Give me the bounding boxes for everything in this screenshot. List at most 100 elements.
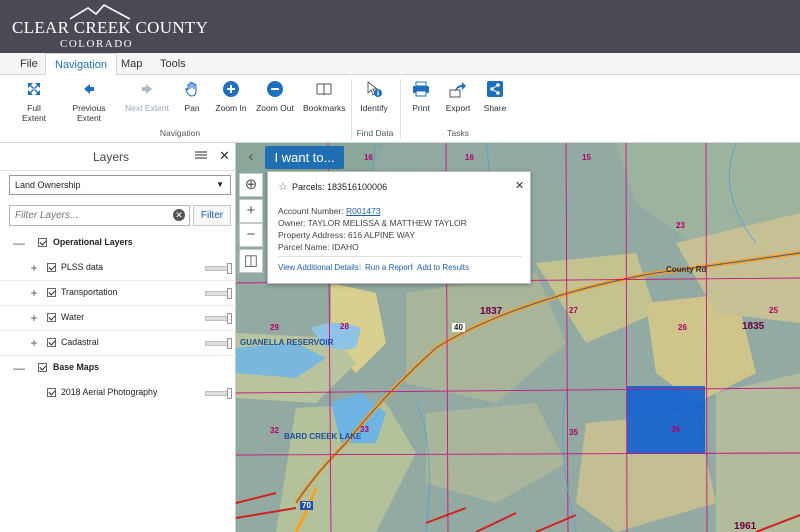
pan-button[interactable]: Pan (180, 80, 204, 122)
filter-layers-box: ✕ (9, 205, 190, 226)
bookmarks-button[interactable]: Bookmarks (303, 80, 346, 122)
print-label: Print (412, 103, 430, 113)
section-label: 35 (569, 428, 578, 437)
share-label: Share (483, 103, 507, 113)
layer-checkbox[interactable] (38, 363, 47, 372)
opacity-slider[interactable] (205, 288, 232, 299)
layer-group-base-maps[interactable]: — Base Maps (0, 356, 236, 381)
view-additional-details-link[interactable]: View Additional Details (278, 263, 359, 272)
i-want-to-button[interactable]: I want to... (265, 146, 344, 169)
hamburger-menu-icon[interactable] (195, 151, 207, 161)
layers-panel: Layers ✕ Land Ownership ▼ ✕ Filter — Ope… (0, 143, 236, 532)
pan-hand-icon (185, 81, 197, 97)
slider-handle[interactable] (227, 263, 232, 274)
opacity-slider[interactable] (205, 338, 232, 349)
account-number-link[interactable]: R001473 (346, 206, 381, 216)
close-icon[interactable]: ✕ (515, 179, 524, 192)
slider-handle[interactable] (227, 388, 232, 399)
chevron-down-icon: ▼ (216, 180, 224, 189)
previous-extent-button[interactable]: Previous Extent (60, 80, 118, 123)
slider-handle[interactable] (227, 338, 232, 349)
next-extent-icon (142, 84, 152, 94)
slider-handle[interactable] (227, 313, 232, 324)
section-label: 29 (270, 323, 279, 332)
owner-row: Owner: TAYLOR MELISSA & MATTHEW TAYLOR (278, 218, 467, 228)
next-extent-button[interactable]: Next Extent (124, 80, 170, 122)
app-header: CLEAR CREEK COUNTY COLORADO (0, 0, 800, 53)
layer-row-aerial-2018[interactable]: 2018 Aerial Photography (0, 381, 236, 406)
close-icon[interactable]: ✕ (219, 148, 230, 164)
print-icon (413, 81, 429, 97)
layer-checkbox[interactable] (47, 288, 56, 297)
add-to-results-link[interactable]: Add to Results (417, 263, 469, 272)
identify-icon (367, 81, 382, 97)
map-bookmarks-button[interactable]: ◫ (239, 249, 263, 273)
section-label: 23 (676, 221, 685, 230)
opacity-slider[interactable] (205, 313, 232, 324)
expand-icon[interactable]: + (29, 261, 39, 275)
filter-layers-input[interactable] (10, 206, 170, 225)
locate-button[interactable]: ⊕ (239, 173, 263, 197)
zoom-in-button[interactable]: Zoom In (214, 80, 248, 122)
opacity-slider[interactable] (205, 388, 232, 399)
layer-list-select[interactable]: Land Ownership ▼ (9, 175, 231, 195)
section-label: 28 (340, 322, 349, 331)
interstate-shield: 70 (300, 501, 313, 510)
minus-icon: − (246, 226, 256, 243)
share-button[interactable]: Share (482, 80, 508, 122)
collapse-icon[interactable]: — (13, 361, 25, 375)
layer-checkbox[interactable] (47, 313, 56, 322)
star-icon[interactable]: ☆ (278, 180, 288, 193)
menu-tools[interactable]: Tools (151, 53, 195, 75)
layer-checkbox[interactable] (47, 388, 56, 397)
clear-filter-icon[interactable]: ✕ (173, 209, 185, 221)
logo-line1: CLEAR CREEK COUNTY (12, 18, 209, 37)
full-extent-icon (28, 83, 40, 95)
road-label: County Rd (666, 265, 707, 274)
address-row: Property Address: 616 ALPINE WAY (278, 230, 416, 240)
identify-label: Identify (360, 103, 388, 113)
find-data-group-label: Find Data (356, 128, 394, 138)
crosshair-icon: ⊕ (244, 176, 258, 193)
layer-row-plss[interactable]: + PLSS data (0, 256, 236, 281)
collapse-icon[interactable]: — (13, 236, 25, 250)
menu-file[interactable]: File (11, 53, 47, 75)
county-logo: CLEAR CREEK COUNTY COLORADO (12, 4, 208, 50)
expand-icon[interactable]: + (29, 286, 39, 300)
expand-icon[interactable]: + (29, 311, 39, 325)
filter-button[interactable]: Filter (193, 205, 231, 226)
export-button[interactable]: Export (442, 80, 474, 122)
navigation-group-label: Navigation (159, 128, 201, 138)
opacity-slider[interactable] (205, 263, 232, 274)
section-label: 36 (671, 425, 680, 434)
layer-group-operational[interactable]: — Operational Layers (0, 231, 236, 256)
menu-navigation[interactable]: Navigation (45, 53, 117, 76)
elevation-label: 1961 (734, 521, 757, 532)
layer-row-transportation[interactable]: + Transportation (0, 281, 236, 306)
layer-label: Cadastral (61, 337, 99, 347)
share-icon (487, 81, 503, 97)
previous-extent-icon (84, 84, 94, 94)
layer-checkbox[interactable] (38, 238, 47, 247)
map-zoom-in-button[interactable]: + (239, 199, 263, 223)
expand-icon[interactable]: + (29, 336, 39, 350)
menu-bar: File Navigation Map Tools (0, 53, 800, 76)
identify-button[interactable]: Identify (357, 80, 391, 122)
run-report-link[interactable]: Run a Report (365, 263, 413, 272)
bookmarks-label: Bookmarks (303, 103, 346, 113)
map-zoom-out-button[interactable]: − (239, 223, 263, 247)
full-extent-button[interactable]: Full Extent (14, 80, 54, 123)
collapse-panel-button[interactable]: ‹ (239, 146, 263, 170)
export-icon (449, 82, 466, 98)
layer-row-cadastral[interactable]: + Cadastral (0, 331, 236, 356)
layer-checkbox[interactable] (47, 263, 56, 272)
section-label: 16 (465, 153, 474, 162)
layer-row-water[interactable]: + Water (0, 306, 236, 331)
slider-handle[interactable] (227, 288, 232, 299)
zoom-out-label: Zoom Out (256, 103, 294, 113)
menu-map[interactable]: Map (112, 53, 151, 75)
layer-checkbox[interactable] (47, 338, 56, 347)
zoom-out-button[interactable]: Zoom Out (256, 80, 294, 122)
section-label: 16 (364, 153, 373, 162)
print-button[interactable]: Print (408, 80, 434, 122)
